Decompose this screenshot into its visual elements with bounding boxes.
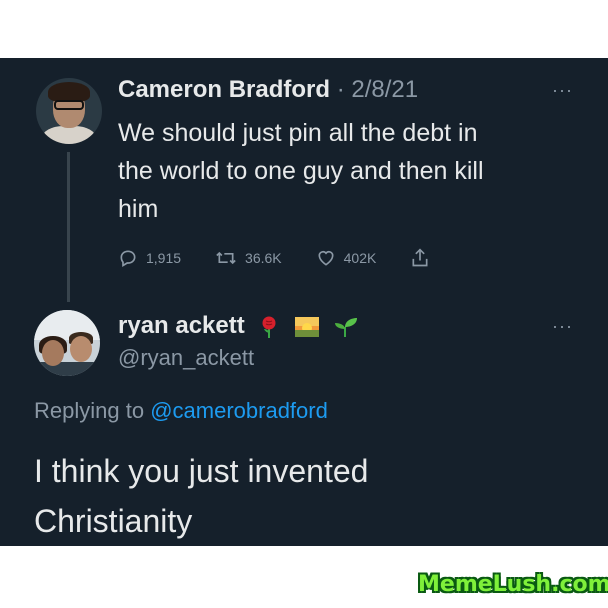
- replying-to: Replying to @camerobradford: [34, 398, 328, 424]
- reply-header: ryan ackett: [118, 312, 359, 340]
- replying-prefix: Replying to: [34, 398, 145, 423]
- reply-more-options-icon[interactable]: ···: [552, 316, 573, 337]
- reply-text: I think you just invented Christianity: [34, 446, 368, 546]
- tweet-line: the world to one guy and then kill: [118, 157, 484, 185]
- tweet-panel: Cameron Bradford · 2/8/21 ··· We should …: [0, 58, 608, 546]
- reply-button[interactable]: 1,915: [118, 248, 181, 268]
- separator: ·: [336, 76, 345, 103]
- tweet-line: We should just pin all the debt in: [118, 119, 478, 147]
- seedling-icon: [334, 317, 357, 337]
- reply-author-name[interactable]: ryan ackett: [118, 312, 245, 339]
- thread-line: [67, 152, 70, 302]
- share-icon: [412, 248, 428, 267]
- retweet-icon: [216, 251, 236, 265]
- like-count: 402K: [343, 250, 377, 266]
- avatar-ryan[interactable]: [34, 310, 100, 376]
- avatar-cameron[interactable]: [36, 78, 102, 144]
- heart-icon: [318, 250, 334, 266]
- retweet-button[interactable]: 36.6K: [215, 248, 282, 268]
- share-button[interactable]: [410, 247, 438, 269]
- tweet-actions: 1,915 36.6K 402K: [118, 246, 472, 270]
- author-name[interactable]: Cameron Bradford: [118, 76, 330, 103]
- replying-handle-link[interactable]: @camerobradford: [150, 398, 328, 423]
- sunrise-icon: [295, 316, 320, 337]
- reply-count: 1,915: [146, 250, 182, 266]
- tweet-header: Cameron Bradford · 2/8/21: [118, 76, 418, 104]
- reply-line: Christianity: [34, 503, 193, 539]
- tweet-date[interactable]: 2/8/21: [351, 76, 418, 103]
- reply-handle[interactable]: @ryan_ackett: [118, 345, 254, 371]
- tweet-text: We should just pin all the debt in the w…: [118, 114, 484, 228]
- like-button[interactable]: 402K: [316, 248, 377, 268]
- reply-line: I think you just invented: [34, 453, 369, 489]
- retweet-count: 36.6K: [245, 250, 282, 266]
- rose-icon: [262, 316, 276, 338]
- watermark-logo: MemeLush.com: [418, 572, 608, 597]
- tweet-line: him: [118, 195, 159, 223]
- reply-icon: [120, 250, 136, 267]
- more-options-icon[interactable]: ···: [552, 80, 573, 101]
